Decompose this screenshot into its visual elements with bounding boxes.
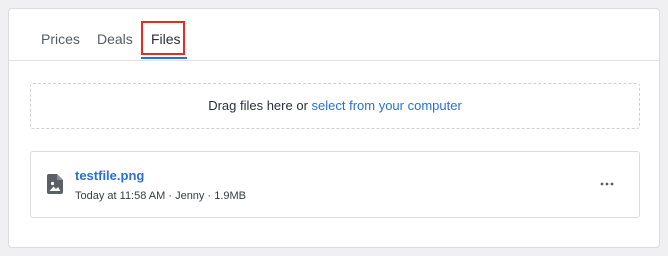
active-tab-underline — [141, 57, 187, 59]
file-item: testfile.png Today at 11:58 AM · Jenny ·… — [30, 151, 640, 218]
file-dropzone[interactable]: Drag files here or select from your comp… — [30, 83, 640, 129]
select-from-computer-link[interactable]: select from your computer — [312, 98, 462, 113]
tab-files[interactable]: Files — [151, 31, 181, 47]
tab-prices[interactable]: Prices — [41, 31, 80, 47]
tab-deals[interactable]: Deals — [97, 31, 133, 47]
image-file-icon — [47, 174, 63, 194]
more-horizontal-icon — [600, 182, 614, 186]
tab-bar: Prices Deals Files — [9, 9, 659, 61]
files-panel: Prices Deals Files Drag files here or se… — [8, 8, 660, 248]
file-name-link[interactable]: testfile.png — [75, 168, 144, 183]
dropzone-text: Drag files here or — [208, 98, 312, 113]
file-meta: Today at 11:58 AM · Jenny · 1.9MB — [75, 190, 246, 202]
more-options-button[interactable] — [597, 176, 617, 192]
